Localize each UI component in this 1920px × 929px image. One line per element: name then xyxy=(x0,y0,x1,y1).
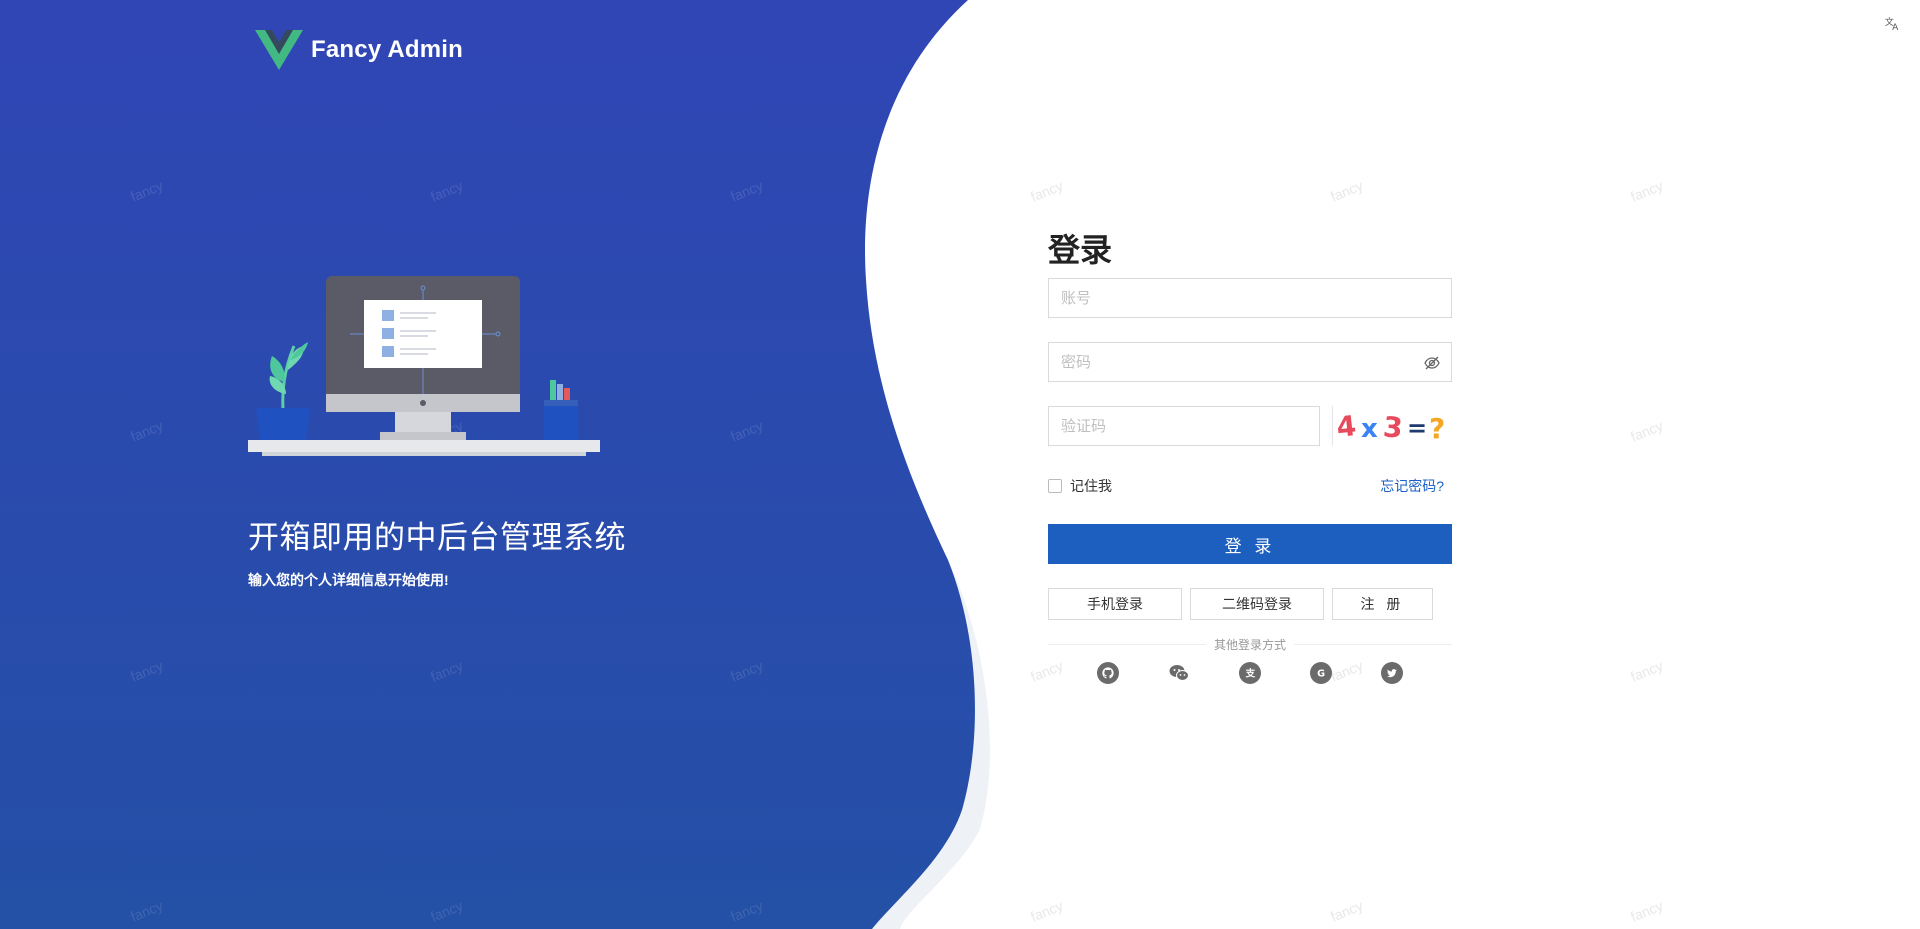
google-icon[interactable]: G xyxy=(1310,662,1332,684)
captcha-input[interactable] xyxy=(1049,407,1319,445)
password-field xyxy=(1048,342,1452,382)
alt-login-buttons: 手机登录 二维码登录 注 册 xyxy=(1048,588,1452,620)
svg-text:?: ? xyxy=(1429,412,1445,445)
account-input[interactable] xyxy=(1049,279,1451,317)
captcha-field xyxy=(1048,406,1320,446)
login-button[interactable]: 登 录 xyxy=(1048,524,1452,564)
eye-off-icon[interactable] xyxy=(1423,354,1441,372)
other-methods-divider: 其他登录方式 xyxy=(1048,636,1452,652)
translate-icon[interactable]: 文 A xyxy=(1884,14,1904,34)
other-methods-label: 其他登录方式 xyxy=(1205,638,1294,652)
svg-text:4: 4 xyxy=(1335,409,1358,444)
password-input[interactable] xyxy=(1049,343,1451,381)
remember-label: 记住我 xyxy=(1070,478,1112,494)
alipay-icon[interactable]: 支 xyxy=(1239,662,1261,684)
svg-text:支: 支 xyxy=(1245,668,1256,680)
twitter-icon[interactable] xyxy=(1381,662,1403,684)
register-button[interactable]: 注 册 xyxy=(1332,588,1433,620)
github-icon[interactable] xyxy=(1097,662,1119,684)
social-login-icons: 支 G xyxy=(1048,662,1452,684)
remember-me[interactable]: 记住我 xyxy=(1048,476,1112,496)
qrcode-login-button[interactable]: 二维码登录 xyxy=(1190,588,1324,620)
hero-subtitle: 输入您的个人详细信息开始使用! xyxy=(248,572,449,588)
forgot-password-link[interactable]: 忘记密码? xyxy=(1380,476,1444,496)
svg-text:A: A xyxy=(1892,23,1899,32)
login-page: fancy fancy fancy fancy fancy fancy fanc… xyxy=(0,0,1920,929)
brand-logo: Fancy Admin xyxy=(255,28,463,72)
account-field xyxy=(1048,278,1452,318)
login-form: 登录 4 x 3 = ? xyxy=(1048,230,1452,684)
svg-text:=: = xyxy=(1407,414,1427,442)
login-options-row: 记住我 忘记密码? xyxy=(1048,476,1452,496)
svg-text:G: G xyxy=(1317,669,1325,680)
captcha-graphic: 4 x 3 = ? xyxy=(1335,409,1445,445)
desk-computer-illustration xyxy=(248,276,600,456)
svg-text:x: x xyxy=(1361,414,1378,444)
hero-title: 开箱即用的中后台管理系统 xyxy=(248,520,626,555)
captcha-image[interactable]: 4 x 3 = ? xyxy=(1332,406,1452,446)
remember-checkbox[interactable] xyxy=(1048,479,1062,493)
svg-text:3: 3 xyxy=(1382,410,1404,445)
wechat-icon[interactable] xyxy=(1168,662,1190,684)
vue-v-logo-icon xyxy=(255,30,303,70)
phone-login-button[interactable]: 手机登录 xyxy=(1048,588,1182,620)
captcha-row: 4 x 3 = ? xyxy=(1048,406,1452,446)
brand-name: Fancy Admin xyxy=(311,36,464,63)
login-title: 登录 xyxy=(1048,232,1113,268)
